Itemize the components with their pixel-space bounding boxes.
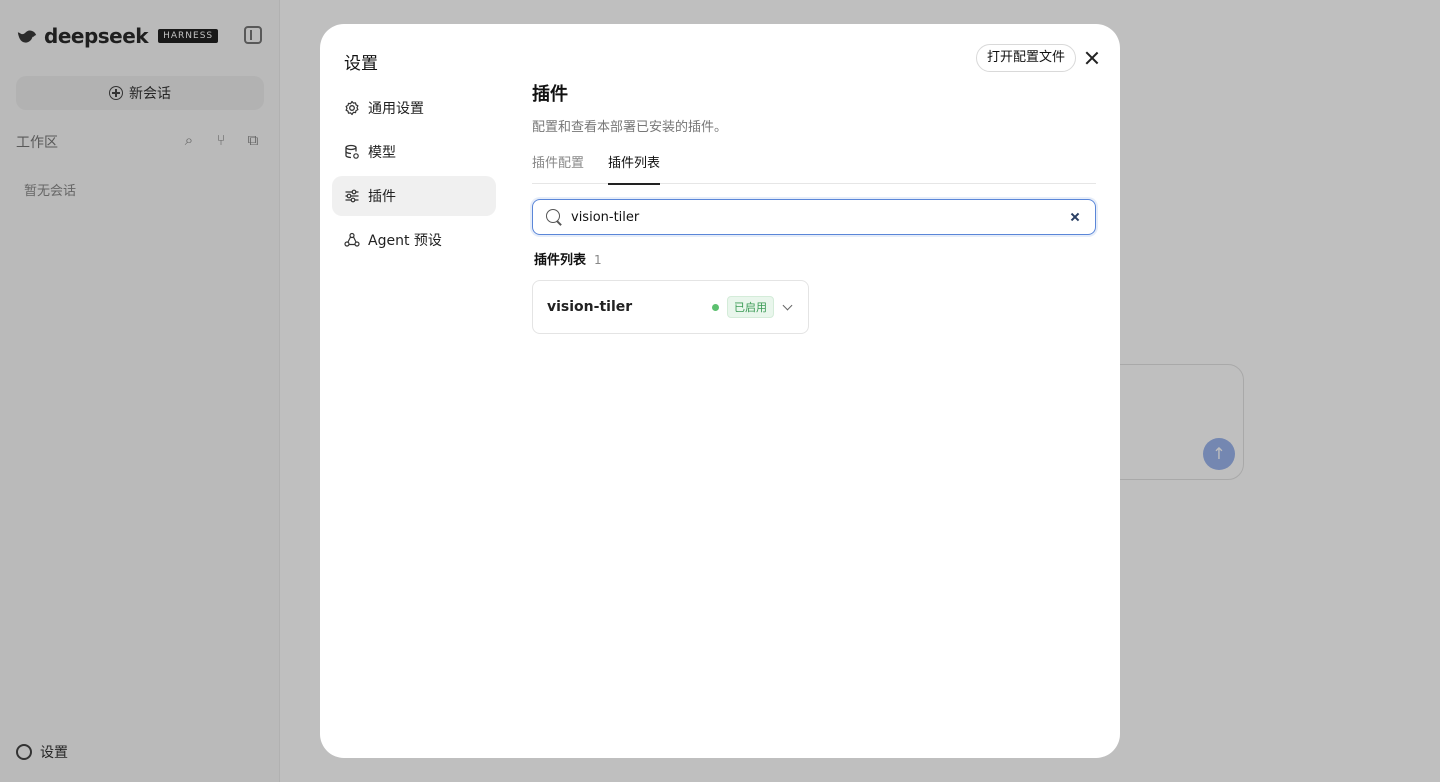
plugin-list-count: 1 bbox=[594, 253, 602, 267]
status-badge: 已启用 bbox=[727, 296, 774, 318]
nav-item-model[interactable]: 模型 bbox=[332, 132, 496, 172]
section-title: 插件 bbox=[532, 84, 568, 105]
plugin-search-input[interactable] bbox=[571, 209, 1059, 225]
gear-icon bbox=[344, 100, 360, 116]
search-icon bbox=[545, 208, 563, 226]
settings-nav: 通用设置 模型 插件 Agent 预设 bbox=[332, 88, 496, 264]
sliders-icon bbox=[344, 188, 360, 204]
nav-item-label: Agent 预设 bbox=[368, 233, 442, 249]
nav-item-agent-presets[interactable]: Agent 预设 bbox=[332, 220, 496, 260]
nav-item-general[interactable]: 通用设置 bbox=[332, 88, 496, 128]
plugin-tabs: 插件配置 插件列表 bbox=[532, 153, 1096, 185]
nav-item-label: 插件 bbox=[368, 189, 396, 205]
agent-icon bbox=[344, 232, 360, 248]
plugin-list-heading: 插件列表 1 bbox=[532, 249, 1096, 268]
chevron-down-icon[interactable] bbox=[782, 301, 794, 313]
status-dot bbox=[712, 303, 719, 311]
tab-plugin-config[interactable]: 插件配置 bbox=[532, 153, 584, 184]
clear-search-icon[interactable] bbox=[1067, 209, 1083, 225]
tab-plugin-list[interactable]: 插件列表 bbox=[608, 153, 661, 185]
close-icon[interactable] bbox=[1082, 48, 1102, 68]
open-config-button[interactable]: 打开配置文件 bbox=[976, 44, 1077, 72]
plugin-card[interactable]: vision-tiler 已启用 bbox=[532, 280, 809, 334]
section-description: 配置和查看本部署已安装的插件。 bbox=[532, 120, 728, 135]
database-icon bbox=[344, 144, 360, 160]
plugin-name: vision-tiler bbox=[547, 299, 633, 315]
nav-item-label: 模型 bbox=[368, 145, 396, 161]
nav-item-label: 通用设置 bbox=[368, 101, 424, 117]
modal-title: 设置 bbox=[344, 54, 378, 74]
plugin-list-title: 插件列表 bbox=[534, 253, 587, 268]
settings-modal: 设置 打开配置文件 通用设置 模型 插件 Agent 预设 插件 配置和查看本部… bbox=[320, 24, 1120, 758]
plugin-search-box bbox=[532, 199, 1096, 235]
nav-item-plugins[interactable]: 插件 bbox=[332, 176, 496, 216]
plugins-section: 插件 配置和查看本部署已安装的插件。 插件配置 插件列表 插件列表 1 visi… bbox=[532, 80, 1096, 334]
